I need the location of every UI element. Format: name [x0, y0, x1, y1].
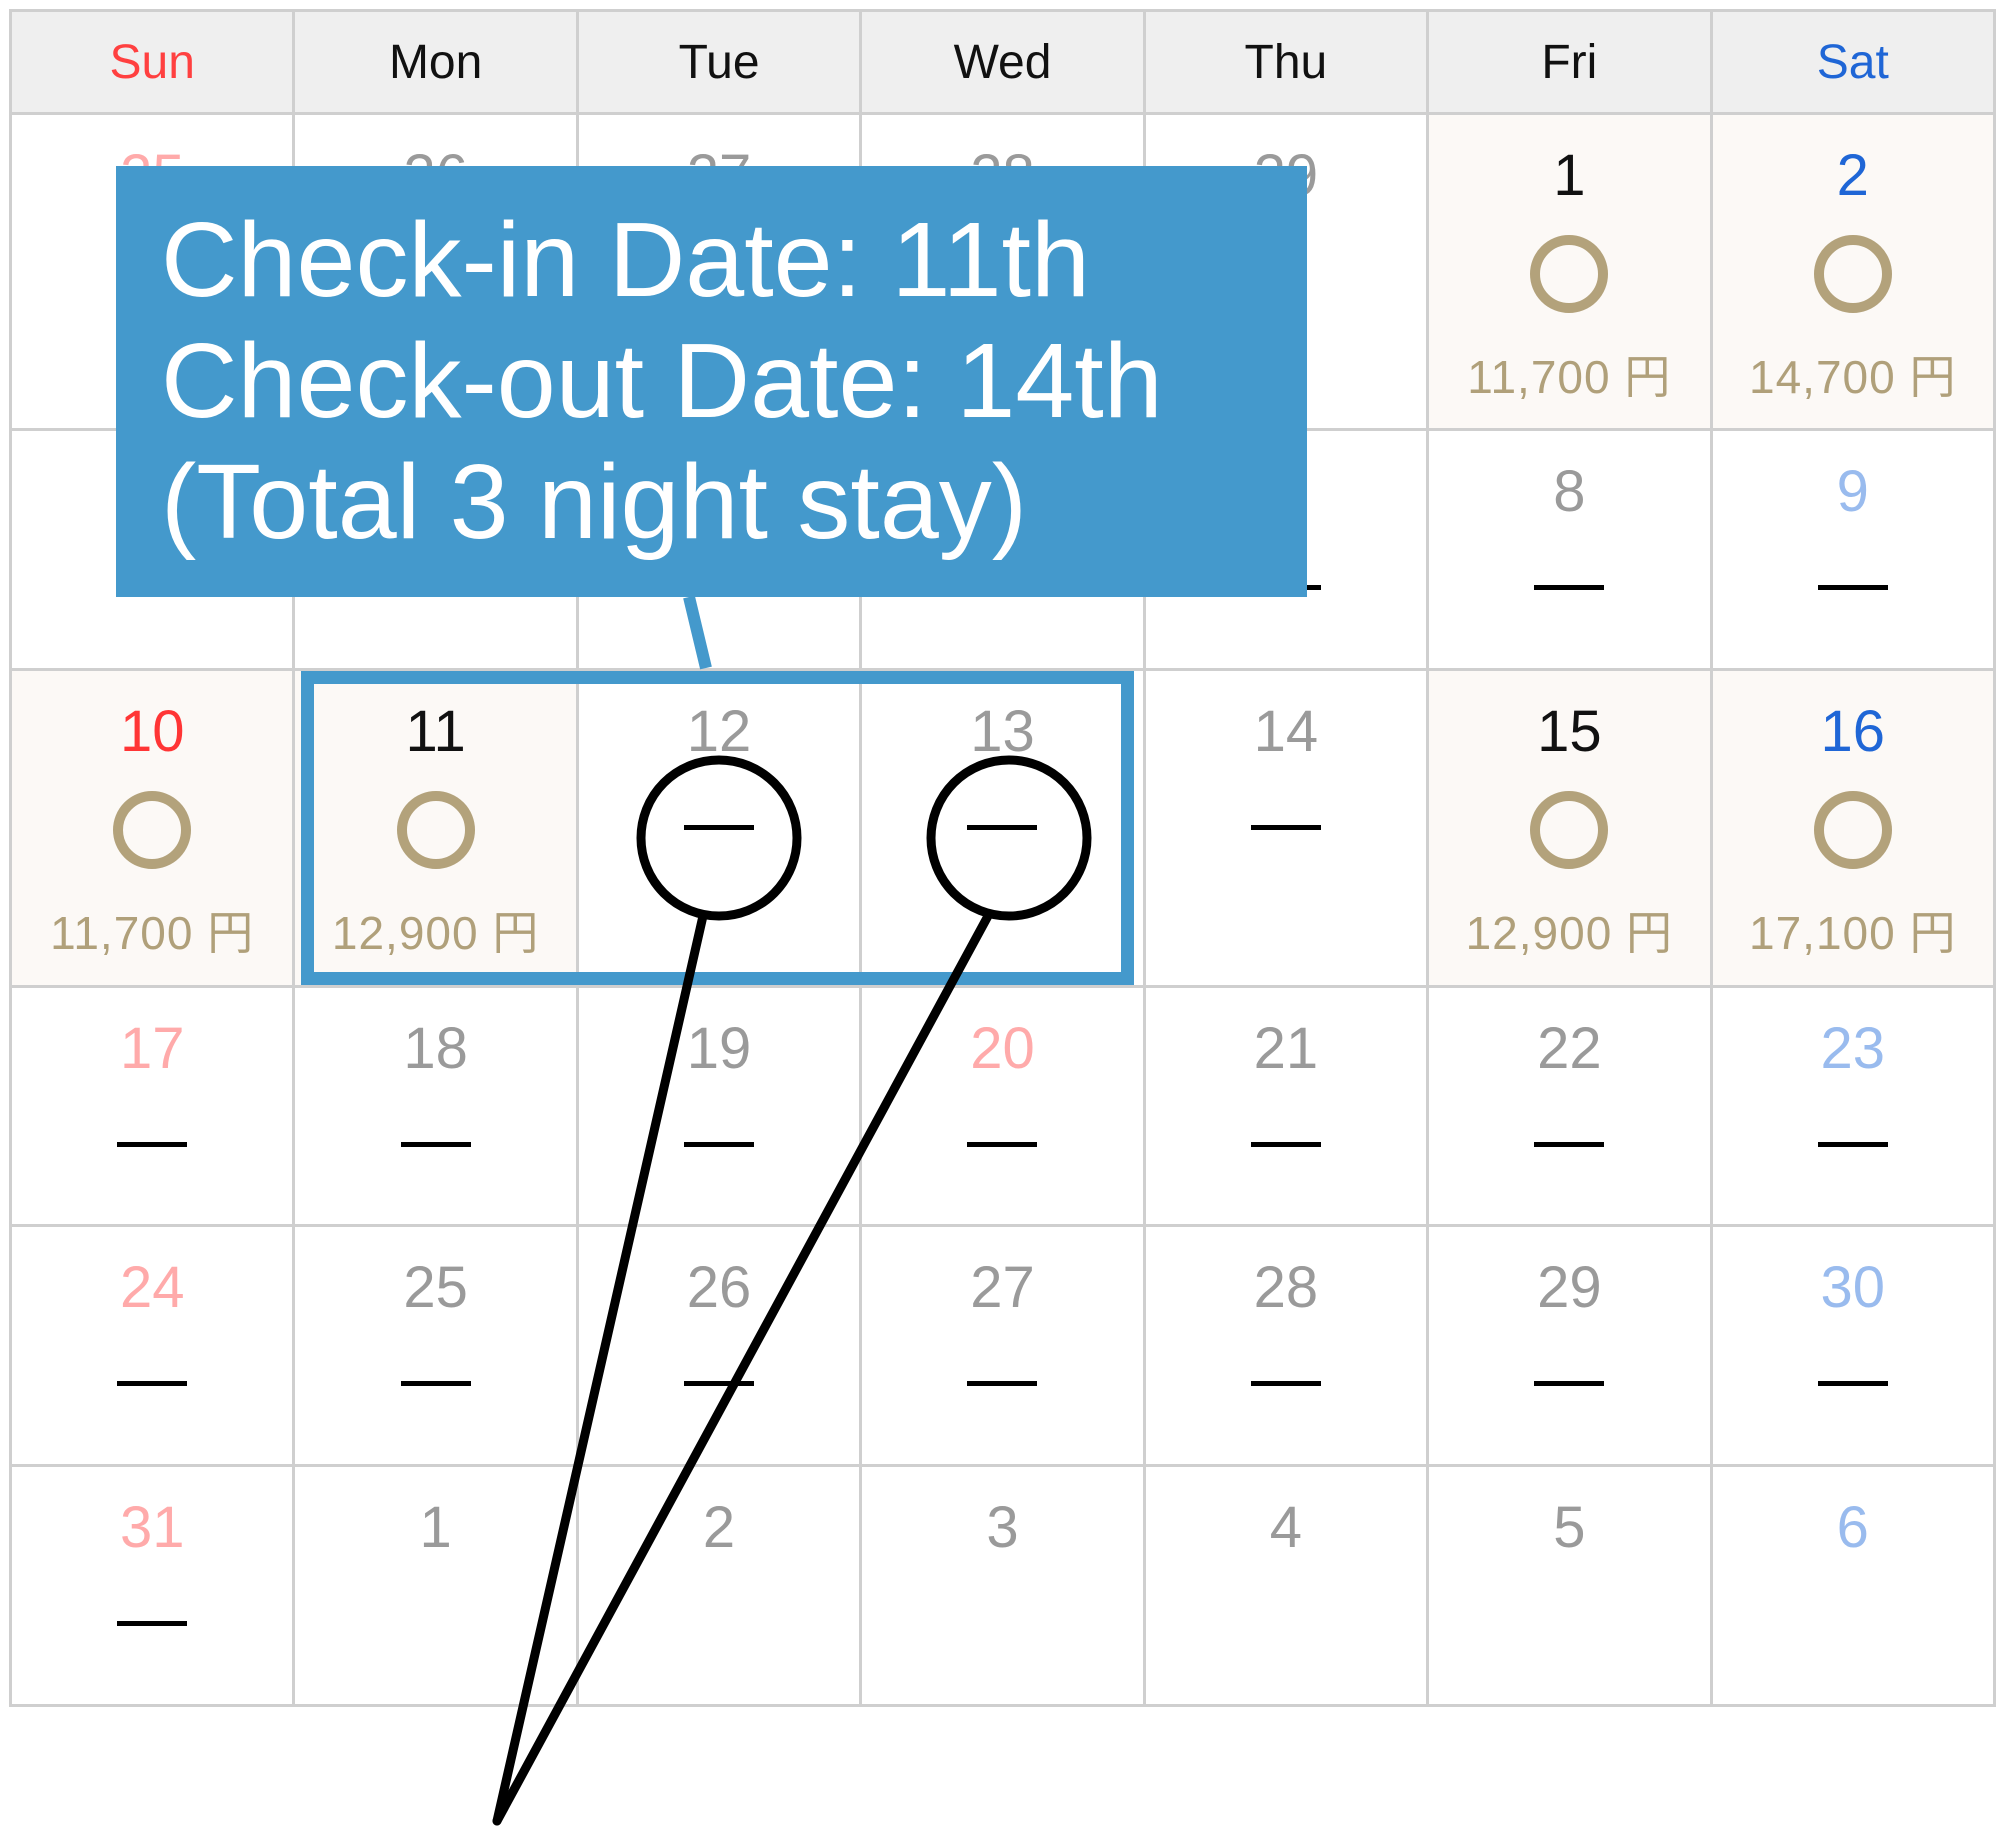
- annotation-line-13: [492, 911, 993, 1826]
- annotation-circle-13: [926, 755, 1092, 921]
- callout-pointer: [683, 595, 712, 670]
- annotation-line-12: [492, 911, 708, 1826]
- annotation-overlay: [492, 595, 1092, 1826]
- annotation-circle-12: [636, 755, 802, 921]
